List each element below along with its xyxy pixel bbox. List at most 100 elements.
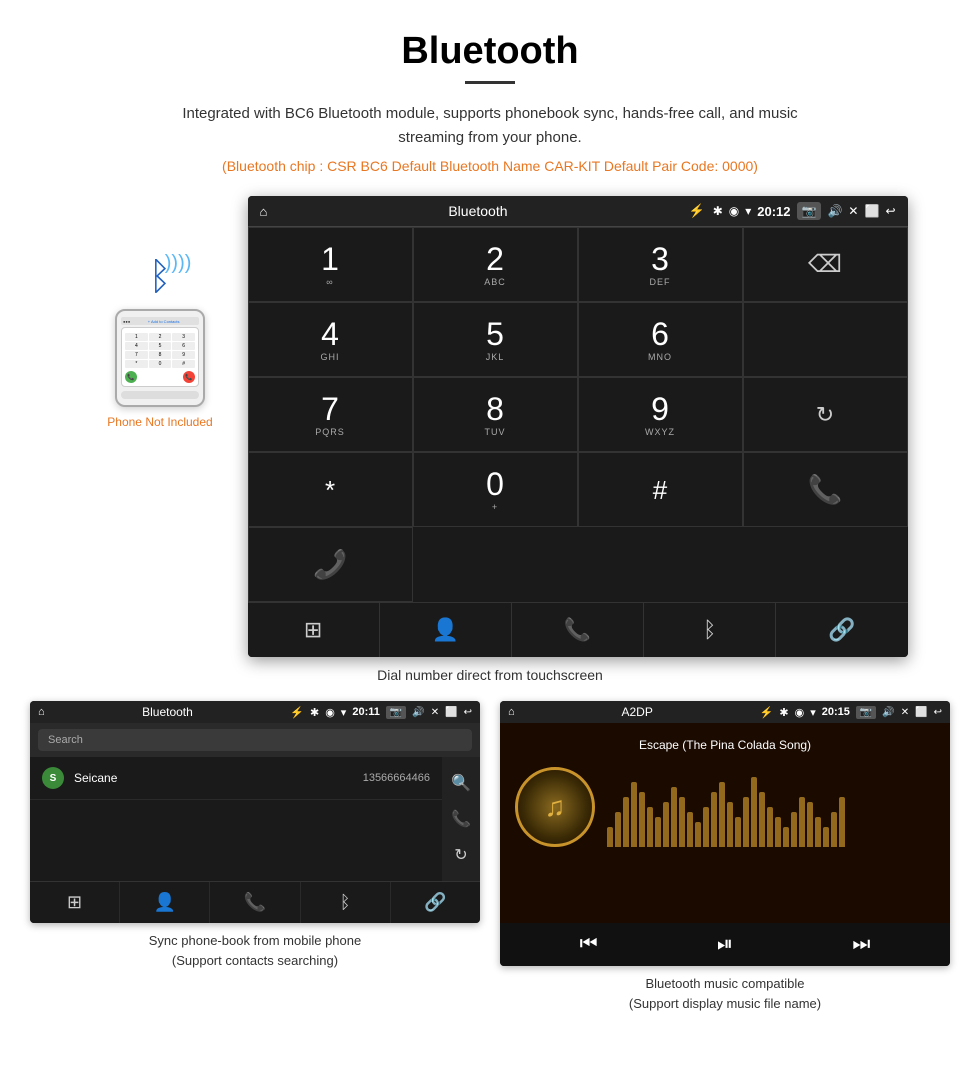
back-icon[interactable]: ↩ <box>885 204 895 218</box>
call-action-icon[interactable]: 📞 <box>451 801 471 837</box>
music-album-area: ♫ <box>515 767 935 847</box>
home-icon[interactable]: ⌂ <box>260 204 268 219</box>
phone-key: # <box>172 360 195 368</box>
dialpad-key-3[interactable]: 3 DEF <box>578 227 743 302</box>
dialpad-key-4[interactable]: 4 GHI <box>248 302 413 377</box>
pb-bt-icon: ✱ <box>310 706 319 719</box>
camera-icon[interactable]: 📷 <box>797 202 822 220</box>
phone-not-included-label: Phone Not Included <box>107 415 212 429</box>
dialpad-key-6[interactable]: 6 MNO <box>578 302 743 377</box>
phone-key: 1 <box>125 333 148 341</box>
pb-nav-calls[interactable]: 📞 <box>210 882 300 923</box>
phone-key: 7 <box>125 351 148 359</box>
orange-info: (Bluetooth chip : CSR BC6 Default Blueto… <box>0 158 980 174</box>
close-box-icon[interactable]: ✕ <box>848 204 858 218</box>
refresh-action-icon[interactable]: ↻ <box>454 837 467 873</box>
phone-screen: 1 2 3 4 5 6 7 8 9 * 0 # 📞 📞 <box>121 327 199 387</box>
next-button[interactable]: ⏭ <box>852 933 870 956</box>
volume-icon[interactable]: 🔊 <box>827 204 842 218</box>
phonebook-search-area: Search <box>30 723 480 757</box>
music-block: ⌂ A2DP ⚡ ✱ ◉ ▾ 20:15 📷 🔊 ✕ ⬜ ↩ Escape (T… <box>500 701 950 1013</box>
dialpad-key-star[interactable]: * <box>248 452 413 527</box>
dialpad-key-8[interactable]: 8 TUV <box>413 377 578 452</box>
search-action-icon[interactable]: 🔍 <box>451 765 471 801</box>
bottom-nav-link[interactable]: 🔗 <box>776 603 907 657</box>
phonebook-contact-row[interactable]: S Seicane 13566664466 <box>30 757 442 800</box>
eq-bar <box>759 792 765 847</box>
music-back-icon[interactable]: ↩ <box>934 707 942 718</box>
pb-time: 20:11 <box>352 706 380 718</box>
dial-caption: Dial number direct from touchscreen <box>0 667 980 683</box>
phone-key: 6 <box>172 342 195 350</box>
dialpad-key-hash[interactable]: # <box>578 452 743 527</box>
phone-screen-header: ●●● + Add to Contacts <box>121 317 199 325</box>
dialpad-key-1[interactable]: 1 ∞ <box>248 227 413 302</box>
bottom-screens: ⌂ Bluetooth ⚡ ✱ ◉ ▾ 20:11 📷 🔊 ✕ ⬜ ↩ Sear… <box>0 701 980 1013</box>
eq-bar <box>655 817 661 847</box>
phonebook-search-input[interactable]: Search <box>38 729 472 751</box>
eq-bar <box>727 802 733 847</box>
status-title: Bluetooth <box>275 203 680 219</box>
bottom-nav-calls[interactable]: 📞 <box>512 603 644 657</box>
music-window-icon[interactable]: ⬜ <box>915 707 927 718</box>
music-title: A2DP <box>521 705 754 719</box>
pb-nav-contacts[interactable]: 👤 <box>120 882 210 923</box>
album-art: ♫ <box>515 767 595 847</box>
music-volume-icon[interactable]: 🔊 <box>882 707 894 718</box>
main-car-screen: ⌂ Bluetooth ⚡ ✱ ◉ ▾ 20:12 📷 🔊 ✕ ⬜ ↩ 1 ∞ <box>248 196 908 657</box>
music-controls: ⏮ ⏯ ⏭ <box>500 923 950 966</box>
dialpad-key-2[interactable]: 2 ABC <box>413 227 578 302</box>
bottom-nav-contacts[interactable]: 👤 <box>380 603 512 657</box>
dialpad-key-9[interactable]: 9 WXYZ <box>578 377 743 452</box>
phone-bottom-buttons: 📞 📞 <box>125 371 195 383</box>
pb-close-icon[interactable]: ✕ <box>431 707 439 718</box>
dialpad-key-backspace[interactable]: ⌫ <box>743 227 908 302</box>
eq-bar <box>791 812 797 847</box>
phonebook-bottom-nav: ⊞ 👤 📞 ᛒ 🔗 <box>30 881 480 923</box>
dialpad-key-5[interactable]: 5 JKL <box>413 302 578 377</box>
eq-bar <box>647 807 653 847</box>
phonebook-wrap: S Seicane 13566664466 🔍 📞 ↻ <box>30 757 480 881</box>
dialpad-bottom-nav: ⊞ 👤 📞 ᛒ 🔗 <box>248 602 908 657</box>
pb-camera-icon[interactable]: 📷 <box>386 706 406 719</box>
eq-bar <box>671 787 677 847</box>
contact-number: 13566664466 <box>363 772 430 784</box>
bluetooth-status-icon: ✱ <box>713 204 723 218</box>
pb-nav-keypad[interactable]: ⊞ <box>30 882 120 923</box>
eq-bar <box>719 782 725 847</box>
usb-icon: ⚡ <box>689 203 705 219</box>
location-icon: ◉ <box>729 204 739 218</box>
dialpad-key-7[interactable]: 7 PQRS <box>248 377 413 452</box>
bottom-nav-bluetooth[interactable]: ᛒ <box>644 603 776 657</box>
phonebook-status-bar: ⌂ Bluetooth ⚡ ✱ ◉ ▾ 20:11 📷 🔊 ✕ ⬜ ↩ <box>30 701 480 723</box>
eq-bar <box>831 812 837 847</box>
dialpad-key-reload[interactable]: ↻ <box>743 377 908 452</box>
phone-end-button: 📞 <box>183 371 195 383</box>
prev-button[interactable]: ⏮ <box>580 933 598 956</box>
dialpad-key-call[interactable]: 📞 <box>743 452 908 527</box>
pb-nav-link[interactable]: 🔗 <box>391 882 480 923</box>
phonebook-block: ⌂ Bluetooth ⚡ ✱ ◉ ▾ 20:11 📷 🔊 ✕ ⬜ ↩ Sear… <box>30 701 480 1013</box>
eq-bar <box>695 822 701 847</box>
pb-back-icon[interactable]: ↩ <box>464 707 472 718</box>
music-close-icon[interactable]: ✕ <box>901 707 909 718</box>
wifi-icon: ▾ <box>745 204 751 218</box>
dialpad-key-0[interactable]: 0 + <box>413 452 578 527</box>
pb-location-icon: ◉ <box>325 706 335 719</box>
play-pause-button[interactable]: ⏯ <box>717 933 733 956</box>
phone-key: 8 <box>149 351 172 359</box>
pb-window-icon[interactable]: ⬜ <box>445 707 457 718</box>
eq-bar <box>767 807 773 847</box>
pb-nav-bluetooth[interactable]: ᛒ <box>301 882 391 923</box>
music-camera-icon[interactable]: 📷 <box>856 706 876 719</box>
eq-bar <box>607 827 613 847</box>
window-icon[interactable]: ⬜ <box>864 204 879 218</box>
music-home-icon[interactable]: ⌂ <box>508 706 515 718</box>
dialpad-key-end-call[interactable]: 📞 <box>248 527 413 602</box>
eq-bar <box>807 802 813 847</box>
eq-bar <box>783 827 789 847</box>
pb-home-icon[interactable]: ⌂ <box>38 706 45 718</box>
pb-volume-icon[interactable]: 🔊 <box>412 707 424 718</box>
bottom-nav-keypad[interactable]: ⊞ <box>248 603 380 657</box>
phone-key: 5 <box>149 342 172 350</box>
